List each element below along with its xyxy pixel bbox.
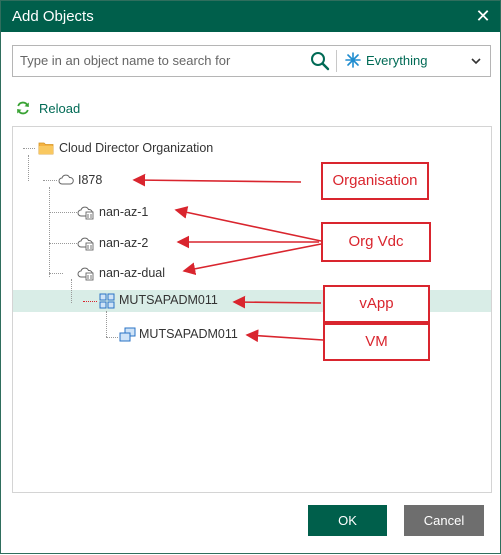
annotation-vapp: vApp [323,285,430,323]
arrow-to-nan-az-dual [182,243,322,276]
cancel-button[interactable]: Cancel [404,505,484,536]
arrow-to-vapp [232,295,322,309]
annotation-organisation: Organisation [321,162,429,200]
dialog-footer: OK Cancel [1,492,500,553]
arrow-to-vm [245,329,324,343]
annotation-arrows [132,173,324,343]
annotation-org-vdc: Org Vdc [321,222,431,262]
add-objects-dialog: Add Objects ✕ Everyt [0,0,501,554]
arrow-to-nan-az-1 [174,206,322,242]
annotation-vm: VM [323,323,430,361]
ok-button[interactable]: OK [308,505,387,536]
arrow-to-organisation [132,173,302,187]
